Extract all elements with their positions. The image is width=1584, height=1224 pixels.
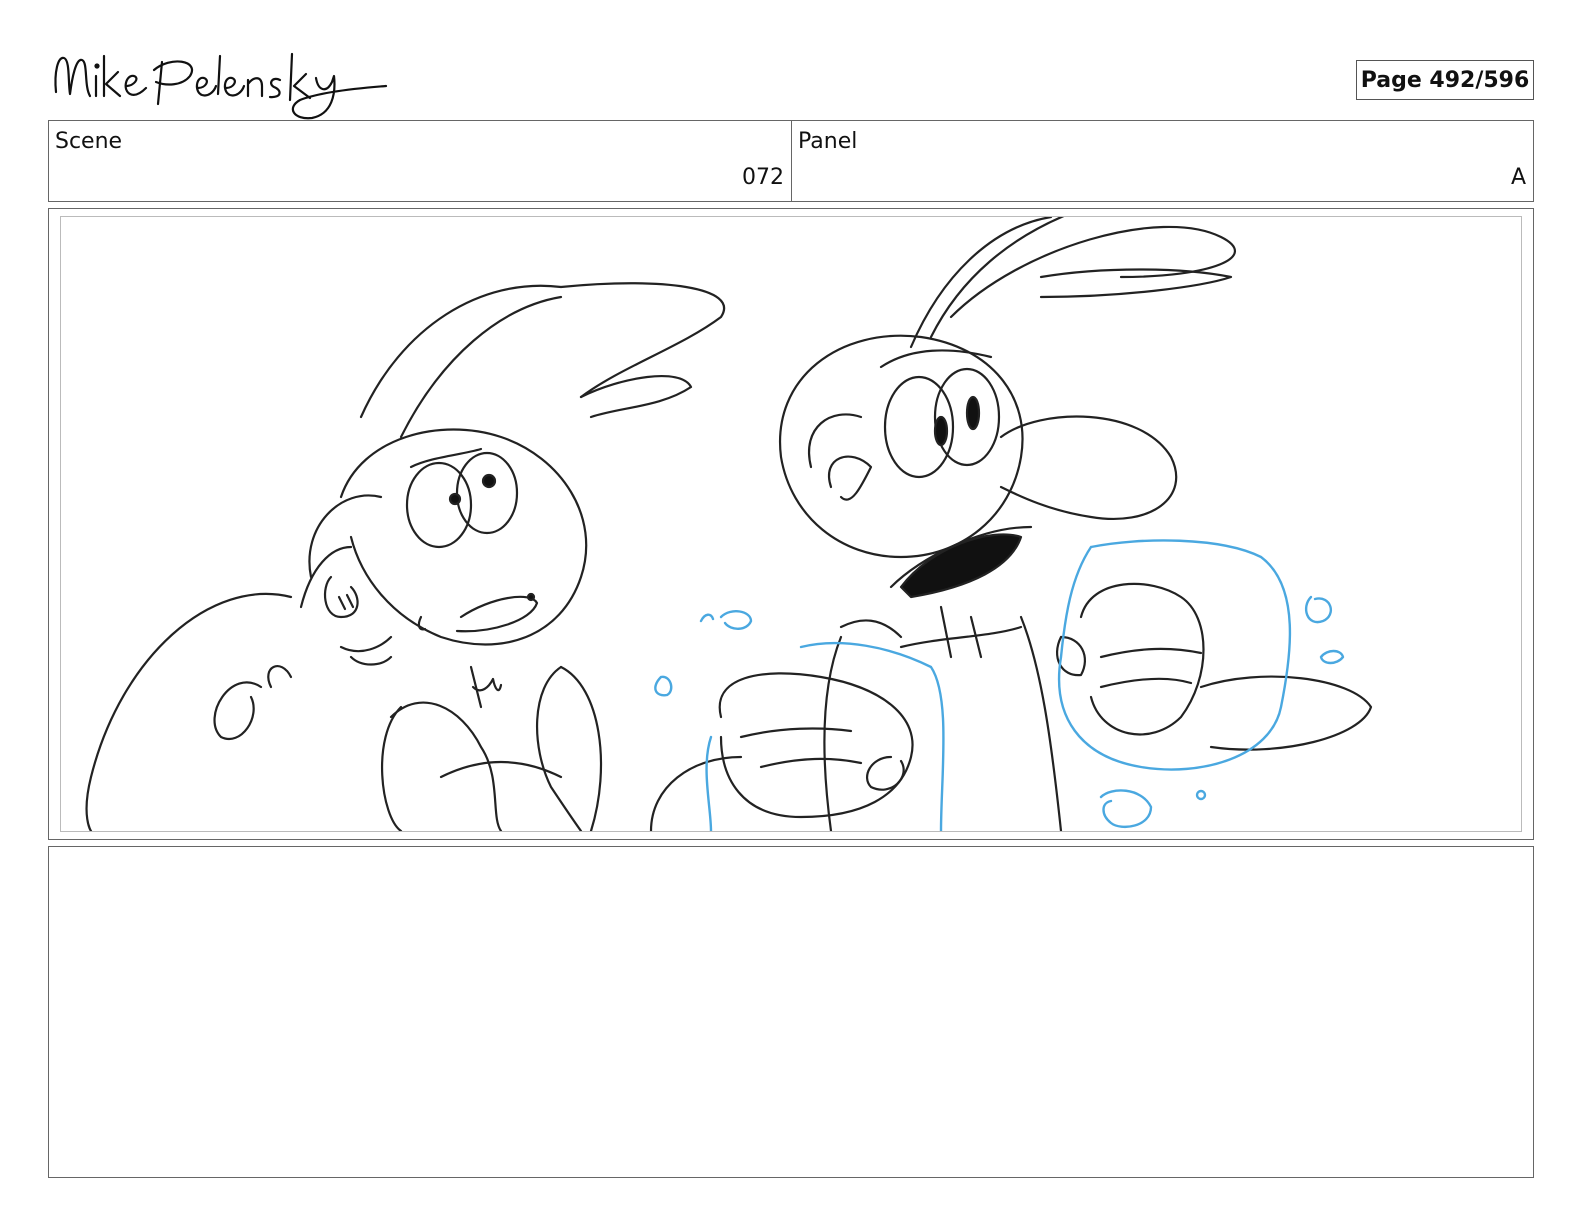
scene-panel-info: Scene 072 Panel A (48, 120, 1534, 202)
storyboard-drawing (60, 216, 1522, 832)
page-number: Page 492/596 (1356, 60, 1534, 100)
left-character-sketch (85, 282, 725, 831)
panel-value: A (1510, 165, 1526, 190)
artist-signature (50, 42, 390, 122)
scene-label: Scene (55, 129, 123, 154)
panel-cell: Panel A (792, 121, 1533, 201)
blue-effects-sketch (654, 539, 1345, 831)
panel-notes-box (48, 846, 1534, 1178)
page-number-text: Page 492/596 (1360, 67, 1530, 93)
scene-value: 072 (742, 165, 784, 190)
scene-cell: Scene 072 (49, 121, 792, 201)
storyboard-panel-frame (48, 208, 1534, 840)
panel-label: Panel (798, 129, 858, 154)
